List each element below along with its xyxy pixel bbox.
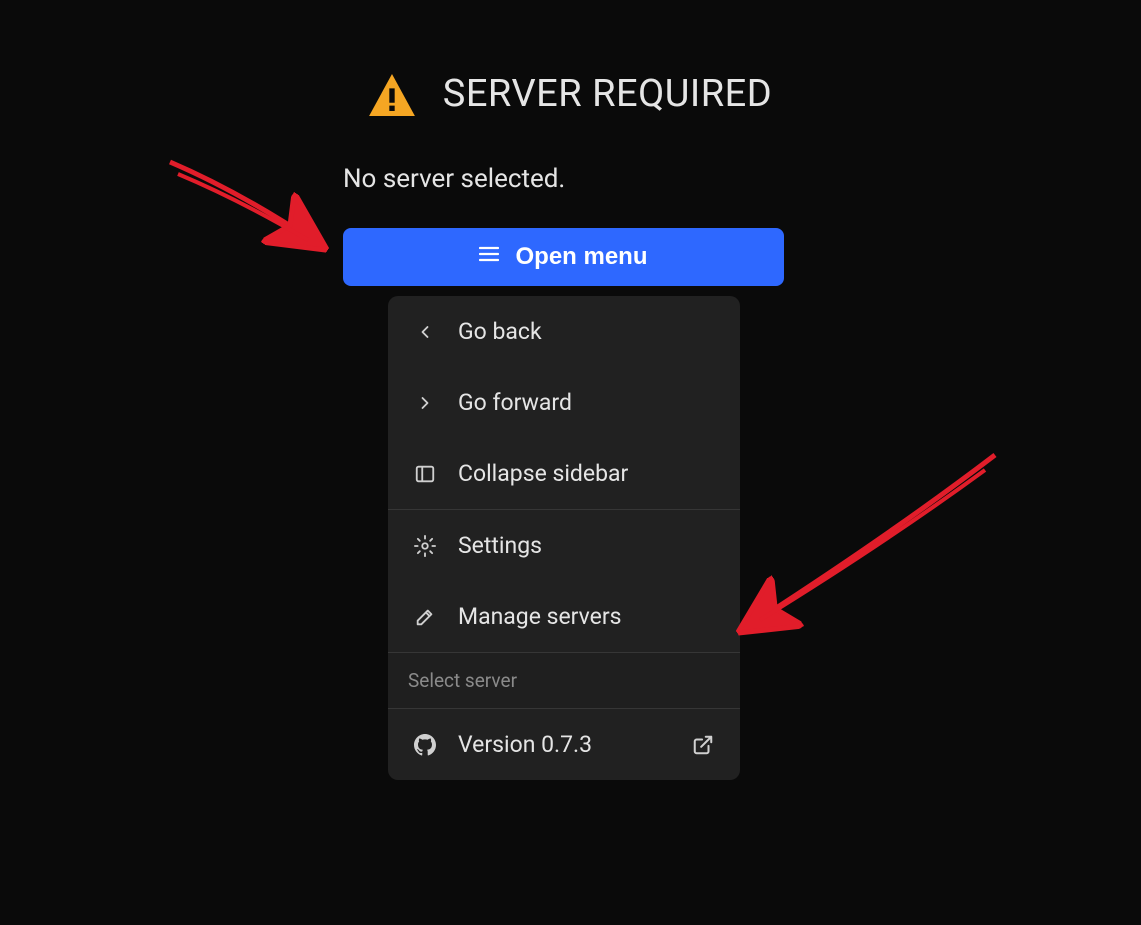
sidebar-icon <box>414 463 436 485</box>
menu-item-label: Go back <box>458 318 542 345</box>
menu-item-settings[interactable]: Settings <box>388 510 740 581</box>
gear-icon <box>414 535 436 557</box>
menu-item-manage-servers[interactable]: Manage servers <box>388 581 740 652</box>
page-header: SERVER REQUIRED <box>0 0 1141 116</box>
annotation-arrow-1 <box>160 152 345 272</box>
hamburger-icon <box>479 243 499 271</box>
menu-item-go-forward[interactable]: Go forward <box>388 367 740 438</box>
menu-item-go-back[interactable]: Go back <box>388 296 740 367</box>
annotation-arrow-2 <box>710 445 1005 665</box>
github-icon <box>414 734 436 756</box>
menu-item-label: Go forward <box>458 389 572 416</box>
chevron-right-icon <box>414 392 436 414</box>
open-menu-button[interactable]: Open menu <box>343 228 784 286</box>
page-subtitle: No server selected. <box>343 164 1141 194</box>
menu-item-version[interactable]: Version 0.7.3 <box>388 709 740 780</box>
dropdown-menu: Go back Go forward Collapse sidebar Sett… <box>388 296 740 780</box>
menu-item-label: Manage servers <box>458 603 622 630</box>
page-title: SERVER REQUIRED <box>443 72 772 116</box>
menu-item-label: Collapse sidebar <box>458 460 628 487</box>
menu-section-header: Select server <box>388 653 740 708</box>
chevron-left-icon <box>414 321 436 343</box>
menu-item-collapse-sidebar[interactable]: Collapse sidebar <box>388 438 740 509</box>
pencil-icon <box>414 606 436 628</box>
warning-icon <box>369 74 415 115</box>
external-link-icon <box>692 734 714 756</box>
version-label: Version 0.7.3 <box>458 731 670 758</box>
menu-item-label: Settings <box>458 532 542 559</box>
open-menu-label: Open menu <box>515 243 647 271</box>
